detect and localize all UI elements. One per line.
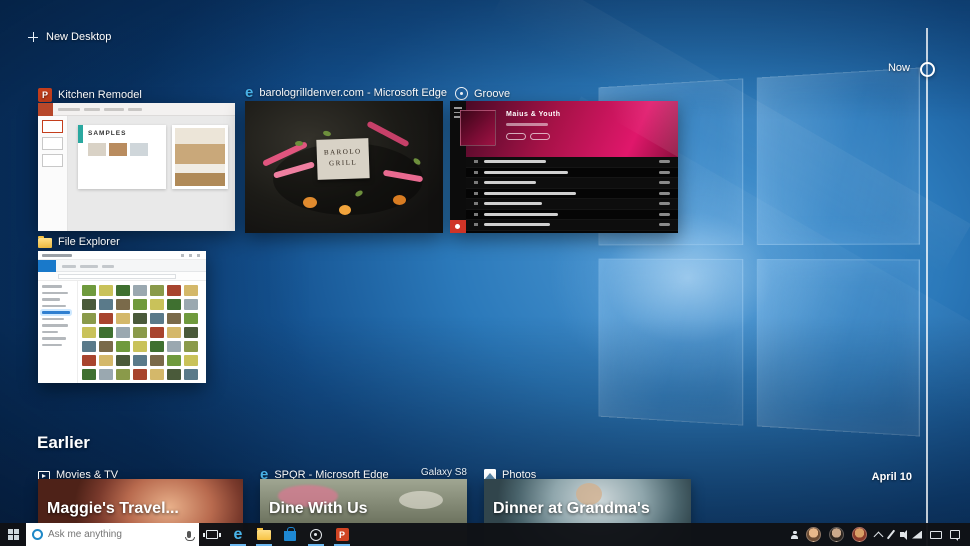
card-text-line: GRILL (317, 157, 369, 169)
taskbar-search-box[interactable] (26, 523, 199, 546)
timeline-now-label: Now (868, 62, 910, 74)
edge-icon: e (234, 525, 243, 545)
album-title: Maius & Youth (506, 111, 560, 118)
store-icon (284, 531, 296, 541)
powerpoint-ribbon (38, 103, 235, 116)
window-thumbnail-edge[interactable]: BAROLO GRILL (245, 101, 443, 233)
slide-heading: SAMPLES (88, 130, 160, 137)
device-badge: Galaxy S8 (421, 467, 467, 478)
explorer-address-bar (38, 272, 206, 281)
album-banner (466, 101, 678, 157)
window-label-groove: Groove (455, 86, 510, 101)
task-view-icon (206, 530, 218, 539)
pen-icon[interactable] (887, 530, 895, 540)
window-thumbnail-groove[interactable]: Maius & Youth (450, 101, 678, 233)
action-center-icon[interactable] (950, 530, 960, 539)
task-view-screen: New Desktop Now April 10 P Kitchen Remod… (0, 0, 970, 546)
keyboard-icon[interactable] (930, 531, 942, 539)
album-subtitle (506, 123, 548, 126)
window-title: Groove (474, 88, 510, 100)
microphone-icon[interactable] (187, 531, 191, 538)
system-tray (791, 527, 970, 542)
new-desktop-button[interactable]: New Desktop (28, 31, 111, 43)
contact-avatar[interactable] (829, 527, 844, 542)
window-title: barologrilldenver.com - Microsoft Edge (259, 87, 447, 99)
start-button[interactable] (0, 523, 26, 546)
card-title: Dinner at Grandma's (493, 500, 685, 518)
explorer-ribbon (38, 260, 206, 272)
volume-icon[interactable] (900, 532, 904, 537)
contact-avatar[interactable] (806, 527, 821, 542)
window-thumbnail-explorer[interactable] (38, 251, 206, 383)
window-label-explorer: File Explorer (38, 234, 120, 249)
taskbar-edge-button[interactable]: e (225, 523, 251, 546)
album-buttons (506, 133, 550, 140)
now-playing-thumb (450, 220, 466, 233)
album-art (460, 110, 496, 146)
network-icon[interactable] (912, 531, 922, 539)
track-list (466, 157, 678, 233)
explorer-titlebar (38, 251, 206, 260)
powerpoint-icon: P (38, 88, 52, 102)
slide-canvas: SAMPLES (68, 116, 235, 231)
timeline-date-label: April 10 (862, 471, 912, 483)
window-title: Kitchen Remodel (58, 89, 142, 101)
taskbar: e P (0, 523, 970, 546)
groove-icon (455, 87, 468, 100)
window-thumbnail-powerpoint[interactable]: SAMPLES (38, 103, 235, 231)
people-icon[interactable] (791, 531, 798, 539)
powerpoint-icon: P (336, 528, 349, 541)
timeline-scrubber-handle[interactable] (920, 62, 935, 77)
card-title: Dine With Us (269, 500, 461, 518)
search-input[interactable] (48, 529, 182, 540)
taskbar-explorer-button[interactable] (251, 523, 277, 546)
contact-avatar[interactable] (852, 527, 867, 542)
groove-icon (310, 529, 322, 541)
task-view-button[interactable] (199, 523, 225, 546)
folder-icon (257, 530, 271, 540)
barolo-grill-card: BAROLO GRILL (316, 138, 369, 180)
window-label-edge: e barologrilldenver.com - Microsoft Edge (245, 85, 447, 100)
timeline-track[interactable] (926, 28, 928, 546)
edge-icon: e (245, 86, 253, 100)
explorer-nav-pane (38, 281, 78, 383)
taskbar-store-button[interactable] (277, 523, 303, 546)
chevron-up-icon[interactable] (874, 531, 884, 541)
earlier-heading: Earlier (37, 433, 90, 453)
card-title: Maggie's Travel... (47, 500, 237, 518)
folder-icon (38, 238, 52, 248)
windows-logo-icon (8, 529, 19, 540)
slide-panel (38, 116, 68, 231)
taskbar-groove-button[interactable] (303, 523, 329, 546)
new-desktop-label: New Desktop (46, 31, 111, 43)
taskbar-powerpoint-button[interactable]: P (329, 523, 355, 546)
window-title: File Explorer (58, 236, 120, 248)
plus-icon (28, 32, 38, 42)
slide-samples: SAMPLES (78, 125, 166, 189)
window-label-powerpoint: P Kitchen Remodel (38, 87, 142, 102)
photo-thumbnails-grid (78, 281, 206, 383)
cortana-icon (32, 529, 43, 540)
slide-kitchen-photo (172, 125, 228, 189)
card-text-line: BAROLO (317, 146, 369, 158)
